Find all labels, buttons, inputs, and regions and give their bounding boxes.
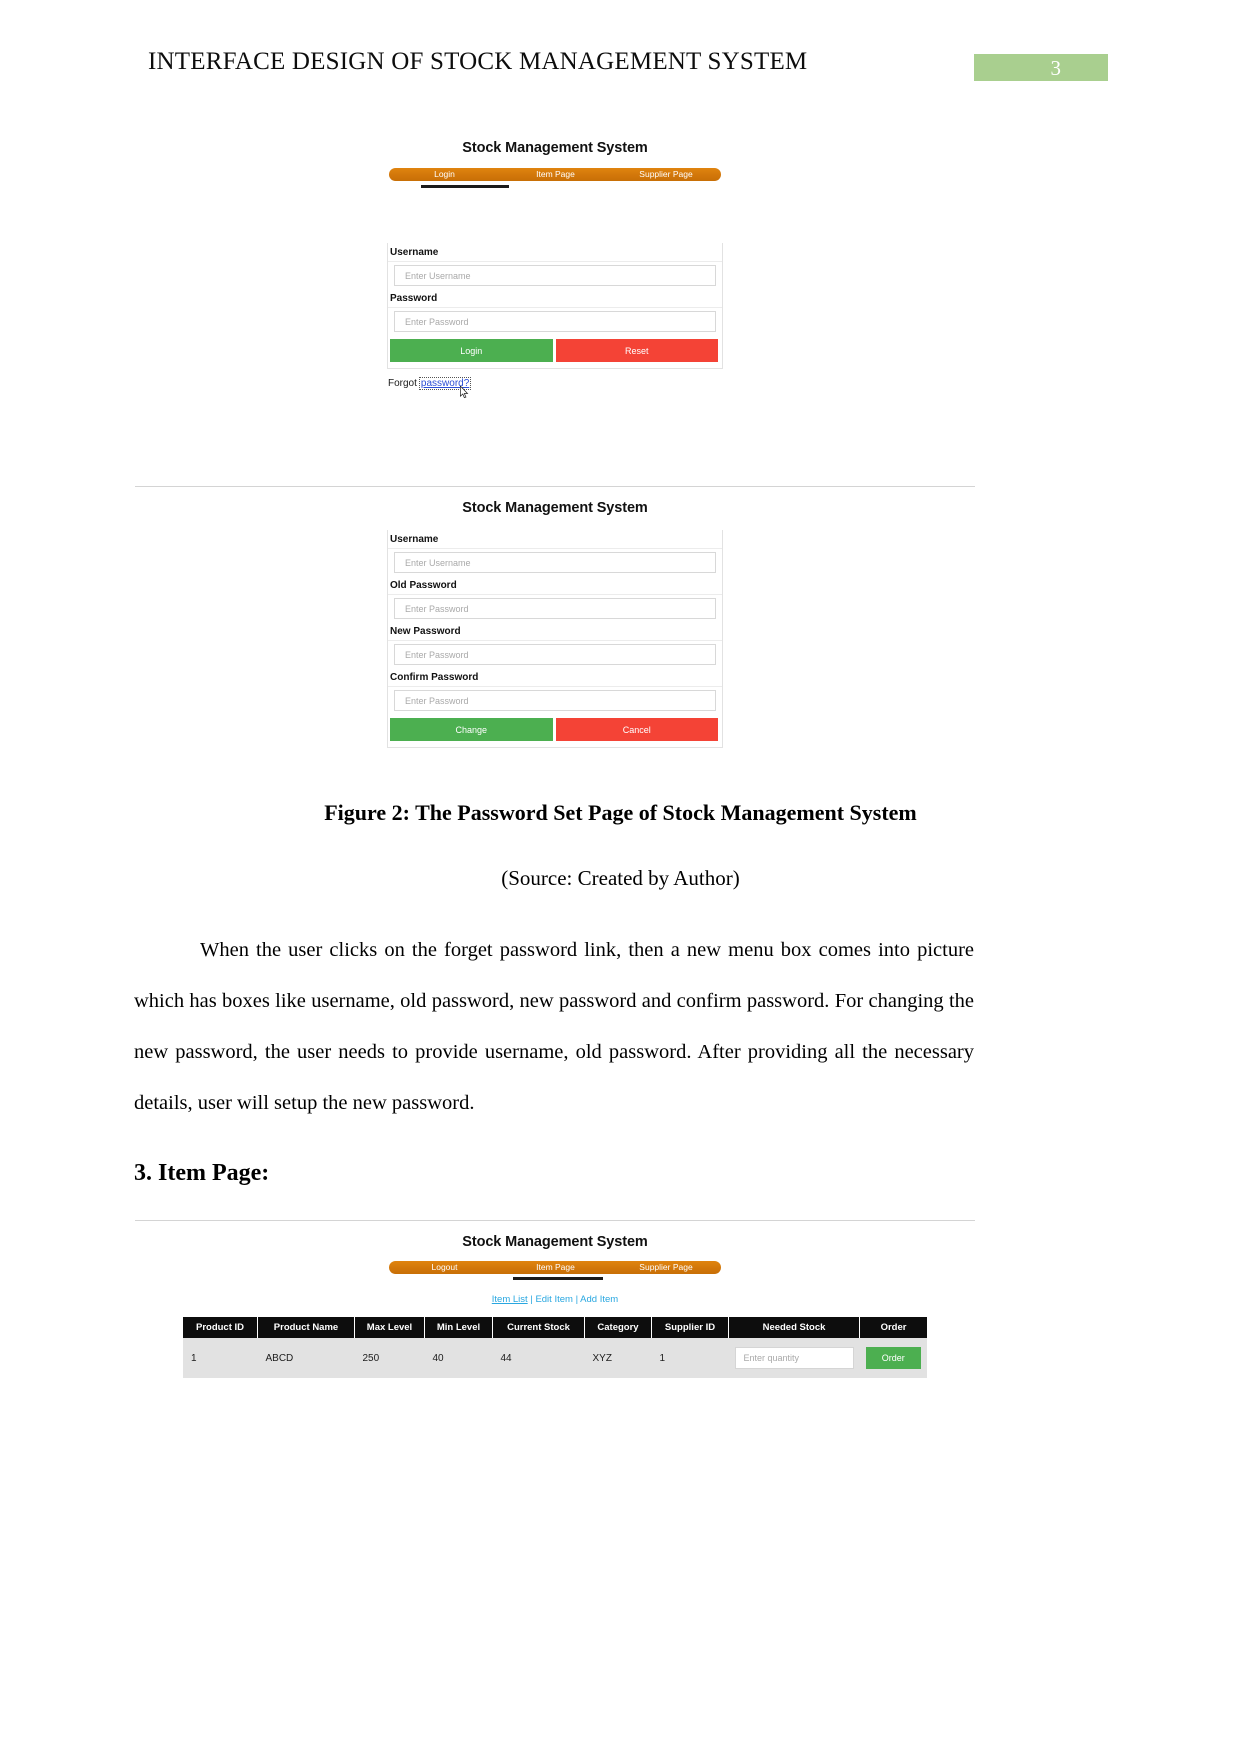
col-max-level: Max Level: [354, 1317, 425, 1338]
nav-item-logout[interactable]: Logout: [389, 1261, 500, 1274]
cell-current-stock: 44: [492, 1338, 585, 1378]
login-navbar: Login Item Page Supplier Page: [389, 168, 721, 188]
password-set-page-mockup: Stock Management System Username Enter U…: [135, 495, 975, 760]
item-navbar: Logout Item Page Supplier Page: [389, 1261, 721, 1280]
username-placeholder: Enter Username: [405, 557, 471, 568]
active-nav-underline: [421, 185, 509, 188]
col-product-name: Product Name: [257, 1317, 355, 1338]
nav-item-item-page[interactable]: Item Page: [500, 168, 611, 181]
nav-item-item-page[interactable]: Item Page: [500, 1261, 611, 1274]
sub-link-add-item[interactable]: Add Item: [580, 1294, 618, 1305]
nav-item-supplier-page[interactable]: Supplier Page: [611, 168, 721, 181]
nav-item-login[interactable]: Login: [389, 168, 500, 181]
username-placeholder: Enter Username: [405, 270, 471, 281]
cell-min-level: 40: [424, 1338, 493, 1378]
new-password-label: New Password: [388, 622, 722, 641]
figure-source: (Source: Created by Author): [501, 866, 740, 890]
old-password-input[interactable]: Enter Password: [394, 598, 716, 619]
sub-link-item-list[interactable]: Item List: [492, 1294, 528, 1305]
old-password-label: Old Password: [388, 576, 722, 595]
col-order: Order: [859, 1317, 927, 1338]
new-password-placeholder: Enter Password: [405, 649, 469, 660]
mouse-cursor-icon: [460, 386, 469, 399]
password-placeholder: Enter Password: [405, 316, 469, 327]
page-number: 3: [1050, 56, 1062, 80]
cell-max-level: 250: [354, 1338, 425, 1378]
order-button[interactable]: Order: [865, 1347, 921, 1369]
section-divider-2: [135, 1220, 975, 1221]
section-divider-1: [135, 486, 975, 487]
cancel-button[interactable]: Cancel: [555, 718, 718, 741]
cell-product-name: ABCD: [257, 1338, 355, 1378]
password-button-row: Change Cancel: [390, 718, 718, 741]
password-label: Password: [388, 289, 722, 308]
password-app-title: Stock Management System: [462, 500, 648, 516]
nav-item-logout-label: Logout: [431, 1262, 458, 1272]
cell-product-id: 1: [183, 1338, 258, 1378]
nav-item-item-page-label: Item Page: [536, 1262, 575, 1272]
table-row: 1 ABCD 250 40 44 XYZ 1 Enter quantity Or…: [183, 1338, 927, 1378]
forgot-prefix-label: Forgot: [388, 378, 417, 389]
login-form: Username Enter Username Password Enter P…: [387, 243, 723, 369]
nav-item-supplier-page[interactable]: Supplier Page: [611, 1261, 721, 1274]
item-app-title: Stock Management System: [462, 1234, 648, 1250]
col-supplier-id: Supplier ID: [651, 1317, 729, 1338]
cell-category: XYZ: [584, 1338, 652, 1378]
reset-button[interactable]: Reset: [555, 339, 718, 362]
login-button-row: Login Reset: [390, 339, 718, 362]
login-page-mockup: Stock Management System Login Item Page …: [135, 140, 975, 430]
reset-button-label: Reset: [624, 345, 649, 356]
order-button-label: Order: [881, 1353, 905, 1363]
col-current-stock: Current Stock: [492, 1317, 585, 1338]
quantity-placeholder: Enter quantity: [743, 1353, 800, 1363]
active-nav-underline: [513, 1277, 603, 1280]
cancel-button-label: Cancel: [622, 724, 651, 735]
item-page-mockup: Stock Management System Logout Item Page…: [135, 1228, 975, 1418]
figure-caption: Figure 2: The Password Set Page of Stock…: [324, 800, 917, 825]
link-separator-2: |: [575, 1294, 579, 1305]
confirm-password-placeholder: Enter Password: [405, 695, 469, 706]
username-input[interactable]: Enter Username: [394, 552, 716, 573]
old-password-placeholder: Enter Password: [405, 603, 469, 614]
cell-order: Order: [859, 1338, 927, 1378]
new-password-input[interactable]: Enter Password: [394, 644, 716, 665]
col-product-id: Product ID: [183, 1317, 258, 1338]
login-app-title: Stock Management System: [462, 140, 648, 156]
login-button[interactable]: Login: [390, 339, 553, 362]
confirm-password-input[interactable]: Enter Password: [394, 690, 716, 711]
username-label: Username: [388, 530, 722, 549]
forgot-password-row: Forgot password?: [388, 377, 975, 399]
nav-item-supplier-page-label: Supplier Page: [639, 169, 693, 179]
table-header-row: Product ID Product Name Max Level Min Le…: [183, 1317, 927, 1338]
nav-item-supplier-page-label: Supplier Page: [639, 1262, 693, 1272]
nav-item-item-page-label: Item Page: [536, 169, 575, 179]
page-number-badge: 3: [974, 54, 1108, 81]
item-sub-links: Item List | Edit Item | Add Item: [135, 1294, 975, 1305]
quantity-input[interactable]: Enter quantity: [734, 1347, 854, 1369]
change-button[interactable]: Change: [390, 718, 553, 741]
password-input[interactable]: Enter Password: [394, 311, 716, 332]
sub-link-edit-item[interactable]: Edit Item: [535, 1294, 573, 1305]
col-category: Category: [584, 1317, 652, 1338]
link-separator-1: |: [530, 1294, 533, 1305]
login-button-label: Login: [460, 345, 483, 356]
stock-table: Product ID Product Name Max Level Min Le…: [183, 1317, 927, 1378]
username-input[interactable]: Enter Username: [394, 265, 716, 286]
password-set-form: Username Enter Username Old Password Ent…: [387, 530, 723, 748]
col-min-level: Min Level: [424, 1317, 493, 1338]
confirm-password-label: Confirm Password: [388, 668, 722, 687]
body-paragraph: When the user clicks on the forget passw…: [134, 939, 974, 1114]
change-button-label: Change: [455, 724, 488, 735]
username-label: Username: [388, 243, 722, 262]
section-heading-item-page: 3. Item Page:: [134, 1160, 270, 1186]
cell-needed-stock: Enter quantity: [728, 1338, 860, 1378]
nav-item-login-label: Login: [434, 169, 455, 179]
cell-supplier-id: 1: [651, 1338, 729, 1378]
col-needed-stock: Needed Stock: [728, 1317, 860, 1338]
page-title: INTERFACE DESIGN OF STOCK MANAGEMENT SYS…: [148, 48, 808, 75]
